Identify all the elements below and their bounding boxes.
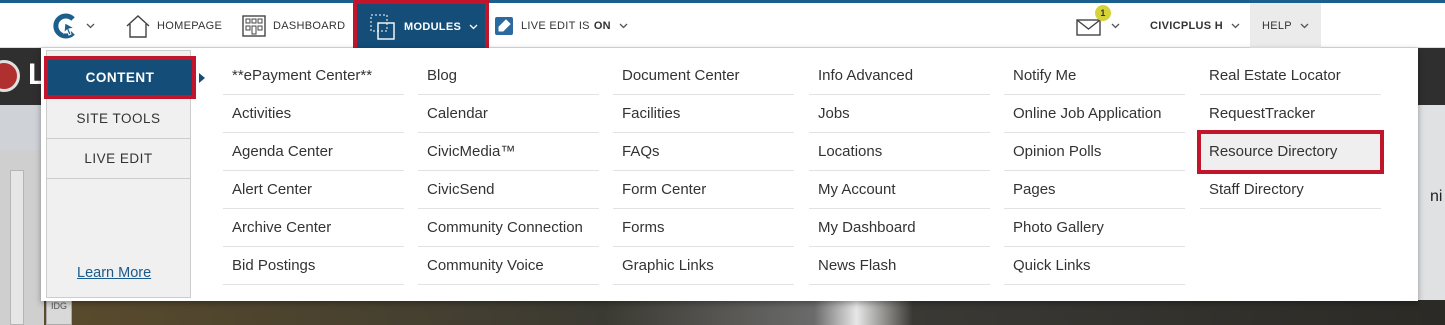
module-link[interactable]: Opinion Polls: [1004, 133, 1185, 171]
modules-label: MODULES: [404, 20, 462, 33]
modules-button[interactable]: MODULES: [353, 0, 489, 53]
module-link[interactable]: Agenda Center: [223, 133, 404, 171]
module-link[interactable]: Blog: [418, 57, 599, 95]
module-link[interactable]: Archive Center: [223, 209, 404, 247]
live-edit-icon: [495, 16, 513, 35]
sidebar-item-site-tools[interactable]: SITE TOOLS: [47, 99, 190, 139]
site-scrollbar[interactable]: [10, 170, 24, 325]
module-link[interactable]: Info Advanced: [809, 57, 990, 95]
module-link[interactable]: CivicSend: [418, 171, 599, 209]
civicplus-logo-icon: [53, 13, 76, 38]
learn-more-link[interactable]: Learn More: [77, 265, 151, 281]
module-link[interactable]: Jobs: [809, 95, 990, 133]
live-edit-toggle[interactable]: LIVE EDIT IS ON: [494, 3, 628, 48]
module-link[interactable]: Online Job Application: [1004, 95, 1185, 133]
help-label: HELP: [1262, 19, 1292, 32]
module-column: Blog Calendar CivicMedia™ CivicSend Comm…: [418, 57, 599, 285]
modules-dropdown: CONTENT SITE TOOLS LIVE EDIT Learn More …: [41, 48, 1418, 301]
live-edit-label: LIVE EDIT IS: [521, 19, 590, 32]
site-right-text: ni: [1430, 188, 1443, 205]
module-column: Real Estate Locator RequestTracker Resou…: [1197, 57, 1384, 209]
homepage-button[interactable]: HOMEPAGE: [125, 3, 222, 48]
module-link[interactable]: Notify Me: [1004, 57, 1185, 95]
module-link[interactable]: Bid Postings: [223, 247, 404, 285]
admin-toolbar: HOMEPAGE DASHBOARD MODULES LIVE EDIT IS …: [0, 0, 1445, 53]
notification-badge: 1: [1095, 5, 1111, 21]
dashboard-label: DASHBOARD: [273, 19, 346, 32]
module-column: Document Center Facilities FAQs Form Cen…: [613, 57, 794, 285]
chevron-down-icon: [619, 23, 628, 28]
module-column: **ePayment Center** Activities Agenda Ce…: [223, 57, 404, 285]
module-link[interactable]: My Dashboard: [809, 209, 990, 247]
module-link[interactable]: RequestTracker: [1200, 95, 1381, 133]
module-link[interactable]: Locations: [809, 133, 990, 171]
modules-icon: [370, 14, 395, 40]
sidebar-item-label: LIVE EDIT: [84, 151, 153, 166]
sidebar-item-label: CONTENT: [85, 70, 155, 85]
module-link-resource-directory[interactable]: Resource Directory: [1197, 130, 1384, 174]
chevron-down-icon: [469, 24, 478, 29]
help-menu-button[interactable]: HELP: [1250, 3, 1321, 48]
sidebar-item-label: SITE TOOLS: [76, 111, 161, 126]
chevron-down-icon: [1231, 23, 1240, 28]
module-link[interactable]: **ePayment Center**: [223, 57, 404, 95]
module-link[interactable]: Form Center: [613, 171, 794, 209]
module-link[interactable]: Calendar: [418, 95, 599, 133]
module-link[interactable]: Quick Links: [1004, 247, 1185, 285]
site-hero-photo: [44, 300, 1445, 325]
module-column: Notify Me Online Job Application Opinion…: [1004, 57, 1185, 285]
module-link[interactable]: Forms: [613, 209, 794, 247]
civicplus-logo-button[interactable]: [52, 3, 95, 48]
chevron-down-icon: [86, 23, 95, 28]
user-menu-button[interactable]: CIVICPLUS H: [1150, 3, 1240, 48]
home-icon: [126, 14, 150, 38]
module-link[interactable]: Real Estate Locator: [1200, 57, 1381, 95]
module-link[interactable]: Facilities: [613, 95, 794, 133]
module-link[interactable]: Graphic Links: [613, 247, 794, 285]
module-link[interactable]: Activities: [223, 95, 404, 133]
module-column: Info Advanced Jobs Locations My Account …: [809, 57, 990, 285]
dashboard-button[interactable]: DASHBOARD: [241, 3, 345, 48]
site-side-tab[interactable]: IDG: [46, 300, 72, 325]
chevron-down-icon: [1300, 23, 1309, 28]
live-edit-state: ON: [593, 19, 611, 32]
module-link[interactable]: Community Voice: [418, 247, 599, 285]
messages-button[interactable]: 1: [1075, 3, 1120, 48]
homepage-label: HOMEPAGE: [157, 19, 223, 32]
active-pointer-icon: [199, 73, 205, 83]
chevron-down-icon: [1111, 23, 1120, 28]
module-link[interactable]: FAQs: [613, 133, 794, 171]
module-link[interactable]: News Flash: [809, 247, 990, 285]
user-name: CIVICPLUS H: [1150, 19, 1223, 32]
module-link[interactable]: Staff Directory: [1200, 171, 1381, 209]
module-link[interactable]: Pages: [1004, 171, 1185, 209]
module-link[interactable]: Alert Center: [223, 171, 404, 209]
dashboard-icon: [242, 14, 266, 37]
sidebar-item-content[interactable]: CONTENT: [44, 56, 196, 99]
modules-sidebar: CONTENT SITE TOOLS LIVE EDIT Learn More: [44, 50, 205, 298]
module-link[interactable]: My Account: [809, 171, 990, 209]
module-link[interactable]: Document Center: [613, 57, 794, 95]
module-link[interactable]: CivicMedia™: [418, 133, 599, 171]
module-link[interactable]: Photo Gallery: [1004, 209, 1185, 247]
sidebar-item-live-edit[interactable]: LIVE EDIT: [47, 139, 190, 179]
module-link[interactable]: Community Connection: [418, 209, 599, 247]
